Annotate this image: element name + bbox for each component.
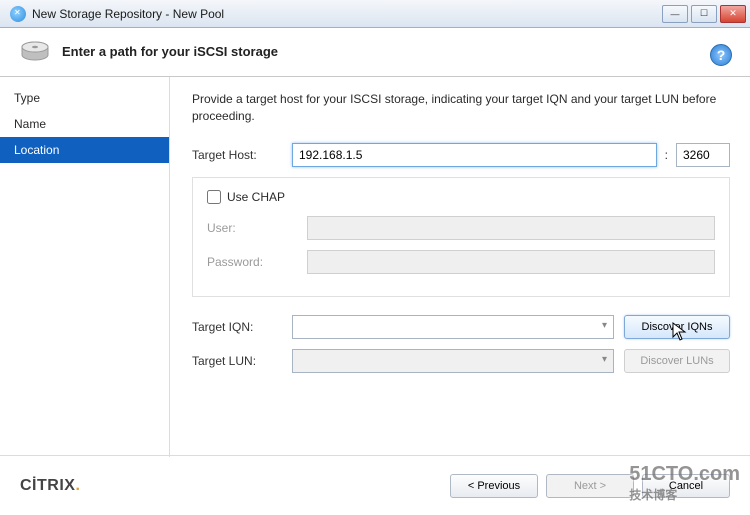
discover-luns-button: Discover LUNs: [624, 349, 730, 373]
step-type[interactable]: Type: [0, 85, 169, 111]
maximize-button[interactable]: ☐: [691, 5, 717, 23]
window-title: New Storage Repository - New Pool: [32, 7, 662, 21]
port-separator: :: [665, 148, 668, 162]
chap-user-label: User:: [207, 221, 307, 235]
chap-user-input: [307, 216, 715, 240]
window-titlebar: New Storage Repository - New Pool — ☐ ✕: [0, 0, 750, 28]
chap-group: Use CHAP User: Password:: [192, 177, 730, 297]
step-name[interactable]: Name: [0, 111, 169, 137]
target-host-label: Target Host:: [192, 148, 292, 162]
wizard-steps-sidebar: Type Name Location: [0, 77, 170, 457]
wizard-header: Enter a path for your iSCSI storage ?: [0, 28, 750, 77]
chap-password-label: Password:: [207, 255, 307, 269]
target-lun-label: Target LUN:: [192, 354, 292, 368]
help-icon[interactable]: ?: [710, 44, 732, 66]
cancel-button[interactable]: Cancel: [642, 474, 730, 498]
app-icon: [10, 6, 26, 22]
page-heading: Enter a path for your iSCSI storage: [62, 44, 278, 59]
citrix-brand: CİTRIX.: [20, 477, 80, 495]
next-button: Next >: [546, 474, 634, 498]
wizard-footer: CİTRIX. < Previous Next > Cancel: [0, 455, 750, 515]
target-iqn-dropdown[interactable]: [292, 315, 614, 339]
minimize-button[interactable]: —: [662, 5, 688, 23]
use-chap-checkbox[interactable]: [207, 190, 221, 204]
previous-button[interactable]: < Previous: [450, 474, 538, 498]
step-location[interactable]: Location: [0, 137, 169, 163]
intro-text: Provide a target host for your ISCSI sto…: [192, 91, 730, 125]
storage-disk-icon: [20, 40, 50, 62]
wizard-content: Provide a target host for your ISCSI sto…: [170, 77, 750, 457]
port-input[interactable]: [676, 143, 730, 167]
use-chap-label: Use CHAP: [227, 190, 285, 204]
target-lun-dropdown: [292, 349, 614, 373]
target-iqn-label: Target IQN:: [192, 320, 292, 334]
close-button[interactable]: ✕: [720, 5, 746, 23]
chap-password-input: [307, 250, 715, 274]
discover-iqns-button[interactable]: Discover IQNs: [624, 315, 730, 339]
target-host-input[interactable]: [292, 143, 657, 167]
